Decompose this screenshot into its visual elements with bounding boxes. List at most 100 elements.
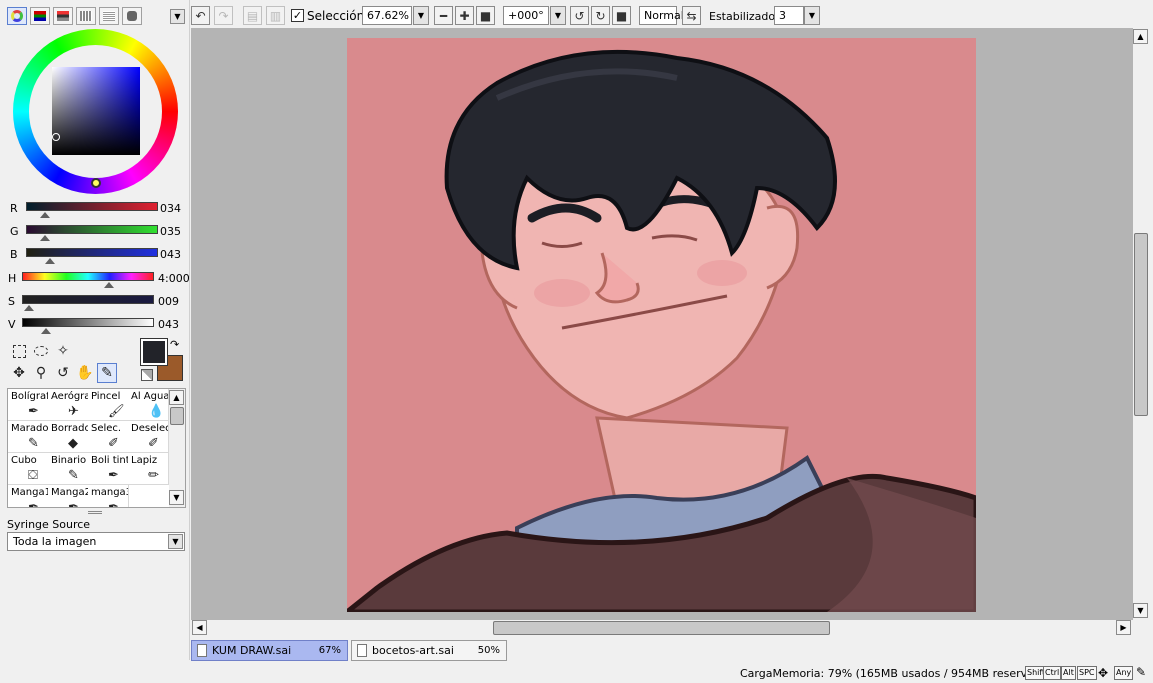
flip-horizontal-button[interactable]: ⇆ (682, 6, 701, 25)
scroll-left-button[interactable]: ◀ (192, 620, 207, 635)
zoom-tool[interactable]: ⚲ (31, 363, 51, 383)
horizontal-scroll-thumb[interactable] (493, 621, 830, 635)
blue-slider-knob[interactable] (45, 258, 55, 264)
panel-splitter[interactable] (88, 511, 102, 514)
rotate-right-button[interactable]: ↻ (591, 6, 610, 25)
brush-slot[interactable]: Cubo ⛋ (8, 453, 49, 485)
hue-slider[interactable] (22, 272, 154, 281)
brush-slot[interactable]: Manga2 ✒ (48, 485, 89, 507)
tab-bocetos-art[interactable]: bocetos-art.sai 50% (351, 640, 507, 661)
undo-button[interactable]: ↶ (191, 6, 210, 25)
zoom-field[interactable]: 67.62% (362, 6, 412, 25)
swatch-mode-button[interactable] (76, 7, 96, 25)
horizontal-scrollbar[interactable]: ◀ ▶ (191, 620, 1133, 636)
blend-normal-button[interactable]: Normal (639, 6, 684, 25)
brush-slot[interactable]: manga3 ✒ (88, 485, 129, 507)
deselect-pen-icon: ✐ (148, 436, 159, 451)
brush-slot[interactable]: Selec. ✐ (88, 421, 129, 453)
swap-colors-icon[interactable]: ↷ (170, 338, 179, 351)
redo-icon: ↷ (218, 8, 229, 23)
brush-slot[interactable]: Marador ✎ (8, 421, 49, 453)
value-slider[interactable] (22, 318, 154, 327)
stabilizer-dropdown[interactable]: ▼ (804, 6, 820, 25)
zoom-in-button[interactable]: ✚ (455, 6, 474, 25)
transparent-color-icon[interactable] (141, 369, 153, 381)
slider-label-g: G (10, 225, 19, 238)
red-slider-knob[interactable] (40, 212, 50, 218)
redo-button[interactable]: ↷ (214, 6, 233, 25)
value-slider-knob[interactable] (41, 328, 51, 334)
blue-slider[interactable] (26, 248, 158, 257)
scroll-right-button[interactable]: ▶ (1116, 620, 1131, 635)
brush-label: Cubo (11, 455, 37, 466)
saturation-slider-knob[interactable] (24, 305, 34, 311)
brush-slot[interactable]: Pincel 🖌 (88, 389, 129, 421)
scratchpad-mode-button[interactable] (122, 7, 142, 25)
scroll-down-button[interactable]: ▼ (1133, 603, 1148, 618)
panel-menu-dropdown[interactable]: ▼ (170, 9, 185, 24)
canvas-viewport[interactable] (191, 28, 1133, 620)
red-slider[interactable] (26, 202, 158, 211)
plus-icon: ✚ (459, 8, 470, 23)
brush-slot[interactable]: Binario ✎ (48, 453, 89, 485)
brush-slot[interactable]: Borrador ◆ (48, 421, 89, 453)
tab-kum-draw[interactable]: KUM DRAW.sai 67% (191, 640, 348, 661)
rotation-reset-button[interactable]: ■ (612, 6, 631, 25)
zoom-reset-button[interactable]: ■ (476, 6, 495, 25)
brush-scroll-down[interactable]: ▼ (169, 490, 184, 505)
hsv-slider-mode-button[interactable] (53, 7, 73, 25)
stabilizer-field[interactable]: 3 (774, 6, 804, 25)
rotation-field[interactable]: +000° (503, 6, 549, 25)
hue-slider-knob[interactable] (104, 282, 114, 288)
brush-slot[interactable]: Al Agua 💧 (128, 389, 169, 421)
brush-slot[interactable]: Aerógrafo ✈ (48, 389, 89, 421)
syringe-source-dropdown[interactable]: ▼ (168, 534, 183, 549)
invert-selection-button[interactable]: ▥ (266, 6, 285, 25)
deselect-button[interactable]: ▤ (243, 6, 262, 25)
rect-select-tool[interactable] (9, 341, 29, 361)
lasso-tool[interactable] (31, 341, 51, 361)
zoom-out-button[interactable]: ━ (434, 6, 453, 25)
brush-label: Aerógrafo (51, 391, 88, 402)
rgb-slider-mode-button[interactable] (30, 7, 50, 25)
brush-label: Manga2 (51, 487, 89, 498)
brush-slot[interactable]: Deselec. ✐ (128, 421, 169, 453)
red-value: 034 (160, 202, 181, 215)
color-wheel-mode-button[interactable] (7, 7, 27, 25)
sv-picker-marker[interactable] (52, 133, 60, 141)
brush-slot[interactable]: Boli tinta ✒ (88, 453, 129, 485)
brush-slot[interactable]: Lapiz ✏ (128, 453, 169, 485)
brush-slot[interactable]: Bolígrafo ✒ (8, 389, 49, 421)
rotation-dropdown[interactable]: ▼ (550, 6, 566, 25)
brush-scrollbar[interactable]: ▲ ▼ (169, 389, 185, 507)
eyedropper-tool[interactable]: ✎ (97, 363, 117, 383)
syringe-source-select[interactable]: Toda la imagen ▼ (7, 532, 185, 551)
hand-tool[interactable]: ✋ (75, 363, 95, 383)
brush-scroll-thumb[interactable] (170, 407, 184, 425)
rotate-tool[interactable]: ↺ (53, 363, 73, 383)
rotate-left-button[interactable]: ↺ (570, 6, 589, 25)
current-color-swatch[interactable] (140, 338, 168, 366)
brush-scroll-up[interactable]: ▲ (169, 390, 184, 405)
selection-checkbox[interactable]: ✓ (291, 9, 304, 22)
saturation-slider[interactable] (22, 295, 154, 304)
brush-slot[interactable]: Manga1 ✒ (8, 485, 49, 507)
deselect-icon: ▤ (246, 8, 259, 23)
scroll-up-button[interactable]: ▲ (1133, 29, 1148, 44)
green-slider-knob[interactable] (40, 235, 50, 241)
palette-mode-button[interactable] (99, 7, 119, 25)
saturation-value-square[interactable] (52, 67, 140, 155)
move-tool[interactable]: ✥ (9, 363, 29, 383)
vertical-scrollbar[interactable]: ▲ ▼ (1133, 28, 1149, 620)
vertical-scroll-thumb[interactable] (1134, 233, 1148, 416)
document-icon (197, 644, 207, 657)
magic-wand-tool[interactable]: ✧ (53, 341, 73, 361)
zoom-dropdown[interactable]: ▼ (413, 6, 429, 25)
artwork-canvas[interactable] (347, 38, 976, 612)
pen-icon: ✒ (28, 404, 39, 419)
hue-picker-marker[interactable] (91, 178, 101, 188)
reset-icon: ■ (479, 8, 492, 23)
brush-label: Binario (51, 455, 87, 466)
ink-pen-icon: ✒ (108, 468, 119, 483)
green-slider[interactable] (26, 225, 158, 234)
